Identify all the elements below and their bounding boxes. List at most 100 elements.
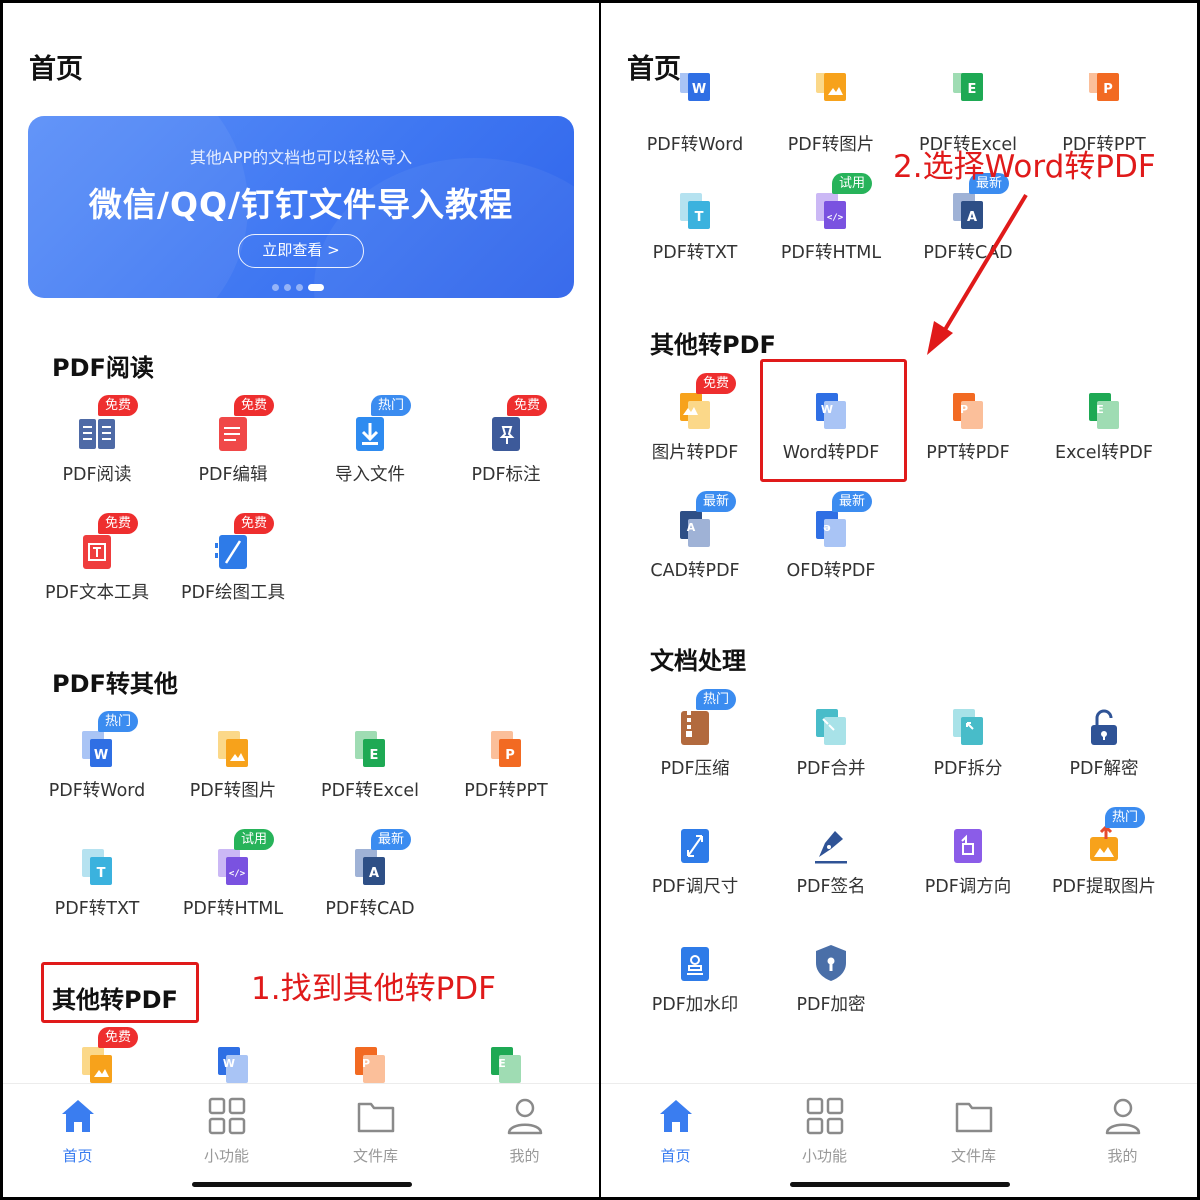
badge-free: 免费 — [98, 513, 139, 534]
signature-icon — [815, 831, 847, 864]
tool-pdf-decrypt[interactable]: PDF解密 — [1029, 689, 1179, 799]
txt-icon: T — [82, 849, 112, 885]
tool-pdf-text[interactable]: 免费 PDF文本工具 — [22, 513, 172, 623]
image-icon — [218, 731, 248, 767]
user-icon — [1105, 1098, 1140, 1135]
nav-label: 文件库 — [352, 1147, 398, 1165]
carousel-indicator[interactable] — [272, 284, 324, 291]
nav-mine[interactable]: 我的 — [1048, 1092, 1197, 1172]
tool-pdf-to-word[interactable]: W 热门 PDF转Word — [22, 711, 172, 821]
home-icon — [659, 1100, 692, 1132]
banner-title: 微信/QQ/钉钉文件导入教程 — [88, 185, 514, 224]
tool-label: PDF拆分 — [933, 759, 1003, 779]
nav-label: 小功能 — [203, 1147, 249, 1165]
badge-hot: 热门 — [98, 711, 139, 732]
tool-label: PDF解密 — [1069, 759, 1139, 779]
svg-text:W: W — [94, 748, 108, 763]
carousel-dot-active[interactable] — [308, 284, 324, 291]
tool-pdf-to-ppt[interactable]: P PDF转PPT — [431, 711, 581, 821]
badge-free: 免费 — [507, 395, 548, 416]
user-icon — [507, 1098, 542, 1135]
tool-label: PDF文本工具 — [44, 583, 150, 603]
section-title-pdf-to-other: PDF转其他 — [52, 670, 178, 698]
svg-text:P: P — [362, 1057, 370, 1070]
tool-pdf-encrypt[interactable]: PDF加密 — [756, 925, 906, 1035]
bottom-nav: 首页 小功能 文件库 我的 — [3, 1083, 599, 1197]
badge-free: 免费 — [98, 1027, 139, 1048]
badge-trial: 试用 — [234, 829, 275, 850]
view-now-button[interactable]: 立即查看 > — [238, 234, 364, 268]
ppt-icon: P — [491, 731, 521, 767]
tool-label: PDF绘图工具 — [180, 583, 286, 603]
badge-free: 免费 — [234, 513, 275, 534]
tool-pdf-to-excel[interactable]: E PDF转Excel — [295, 711, 445, 821]
nav-tools[interactable]: 小功能 — [750, 1092, 899, 1172]
tool-pdf-to-image[interactable]: PDF转图片 — [158, 711, 308, 821]
svg-text:E: E — [498, 1057, 506, 1070]
tool-pdf-sign[interactable]: PDF签名 — [756, 807, 906, 917]
nav-files[interactable]: 文件库 — [301, 1092, 450, 1172]
tool-pdf-draw[interactable]: 免费 PDF绘图工具 — [158, 513, 308, 623]
tool-pdf-split[interactable]: PDF拆分 — [893, 689, 1043, 799]
tool-label: PDF编辑 — [198, 465, 268, 485]
badge-hot: 热门 — [371, 395, 412, 416]
folder-icon — [955, 1102, 992, 1133]
annotation-arrow — [927, 193, 1028, 355]
tool-pdf-to-txt[interactable]: T PDF转TXT — [22, 829, 172, 939]
tool-label: PDF合并 — [796, 759, 866, 779]
nav-label: 首页 — [62, 1147, 93, 1165]
tool-import-file[interactable]: 热门 导入文件 — [295, 395, 445, 505]
nav-home[interactable]: 首页 — [601, 1092, 750, 1172]
svg-text:E: E — [370, 748, 379, 763]
carousel-dot[interactable] — [284, 284, 291, 291]
tool-label: PDF转图片 — [189, 781, 277, 801]
nav-tools[interactable]: 小功能 — [152, 1092, 301, 1172]
svg-text:W: W — [223, 1057, 235, 1070]
svg-text:A: A — [369, 866, 379, 881]
grid-icon — [208, 1097, 245, 1135]
tool-label: PDF转HTML — [182, 899, 284, 919]
tool-label: PDF签名 — [796, 877, 866, 897]
tool-pdf-compress[interactable]: 热门 PDF压缩 — [620, 689, 770, 799]
tool-label: PDF转PPT — [464, 781, 548, 801]
nav-mine[interactable]: 我的 — [450, 1092, 599, 1172]
import-tutorial-banner[interactable]: 其他APP的文档也可以轻松导入 微信/QQ/钉钉文件导入教程 立即查看 > — [28, 116, 574, 298]
tool-pdf-to-cad[interactable]: A 最新 PDF转CAD — [295, 829, 445, 939]
carousel-dot[interactable] — [272, 284, 279, 291]
tool-pdf-merge[interactable]: PDF合并 — [756, 689, 906, 799]
tool-label: PDF调方向 — [924, 877, 1012, 897]
bottom-nav: 首页 小功能 文件库 我的 — [601, 1083, 1197, 1197]
badge-new: 最新 — [371, 829, 412, 850]
tool-label: PDF提取图片 — [1051, 877, 1157, 897]
home-indicator[interactable] — [192, 1182, 412, 1187]
banner-subtitle: 其他APP的文档也可以轻松导入 — [189, 148, 413, 167]
tool-label: PDF加水印 — [651, 995, 739, 1015]
nav-label: 我的 — [1107, 1147, 1138, 1165]
tool-pdf-edit[interactable]: 免费 PDF编辑 — [158, 395, 308, 505]
lock-shield-icon — [816, 945, 846, 981]
tool-pdf-read[interactable]: 免费 PDF阅读 — [22, 395, 172, 505]
tool-pdf-extract-image[interactable]: 热门 PDF提取图片 — [1029, 807, 1179, 917]
tool-label: PDF转CAD — [325, 899, 415, 919]
carousel-dot[interactable] — [296, 284, 303, 291]
unlock-icon — [1091, 709, 1117, 745]
tool-pdf-annotate[interactable]: 免费 PDF标注 — [431, 395, 581, 505]
nav-label: 文件库 — [950, 1147, 996, 1165]
nav-home[interactable]: 首页 — [3, 1092, 152, 1172]
home-indicator[interactable] — [790, 1182, 1010, 1187]
tool-pdf-rotate[interactable]: PDF调方向 — [893, 807, 1043, 917]
home-icon — [61, 1100, 94, 1132]
nav-label: 小功能 — [801, 1147, 847, 1165]
section-title-pdf-read: PDF阅读 — [52, 354, 154, 382]
nav-files[interactable]: 文件库 — [899, 1092, 1048, 1172]
section-title-doc-process: 文档处理 — [650, 647, 746, 675]
right-screen: W PDF转Word PDF转图片 E PDF转Excel P PDF转PPT … — [601, 3, 1197, 1197]
excel-icon: E — [355, 731, 385, 767]
tool-pdf-resize[interactable]: PDF调尺寸 — [620, 807, 770, 917]
tool-pdf-to-html[interactable]: </> 试用 PDF转HTML — [158, 829, 308, 939]
svg-text:T: T — [97, 866, 106, 881]
tool-pdf-watermark[interactable]: PDF加水印 — [620, 925, 770, 1035]
tool-label: PDF转Word — [48, 781, 146, 801]
tool-label: PDF转TXT — [54, 899, 140, 919]
svg-text:</>: </> — [229, 869, 246, 879]
